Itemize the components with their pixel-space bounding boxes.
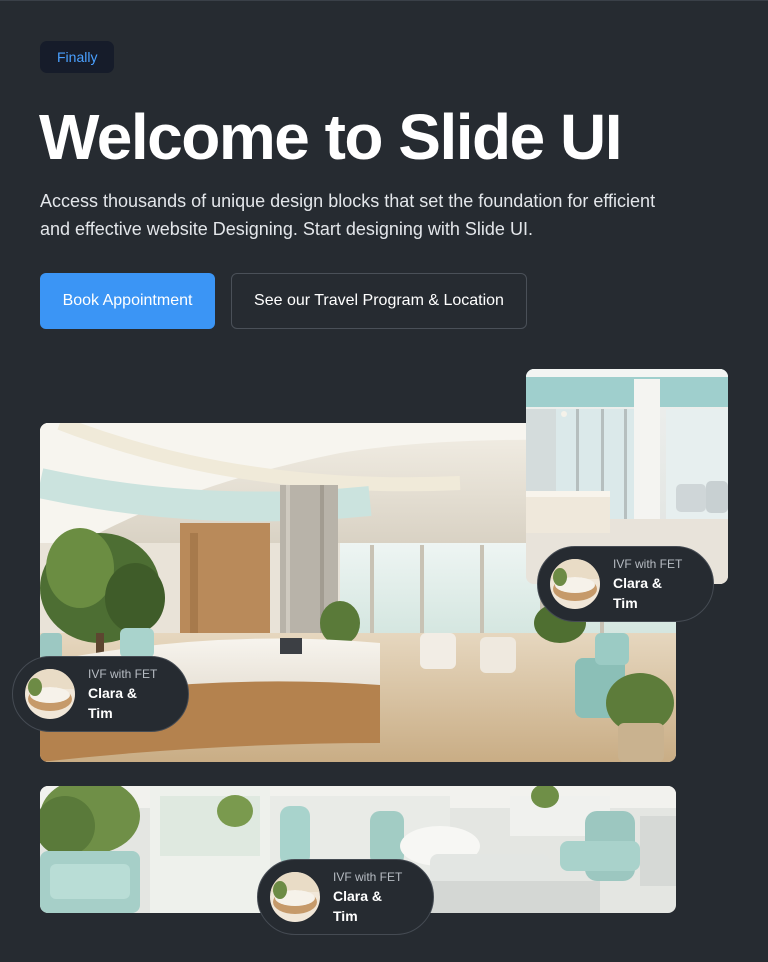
testimonial-names: Clara & Tim	[613, 574, 663, 611]
finally-badge: Finally	[40, 41, 115, 73]
testimonial-treatment: IVF with FET	[333, 869, 403, 884]
avatar	[550, 559, 600, 609]
page-title: Welcome to Slide UI	[39, 101, 623, 173]
testimonial-treatment: IVF with FET	[613, 556, 683, 571]
avatar	[25, 669, 75, 719]
hero-description: Access thousands of unique design blocks…	[40, 191, 656, 239]
travel-program-button[interactable]: See our Travel Program & Location	[231, 273, 527, 329]
testimonial-names: Clara & Tim	[333, 887, 383, 924]
testimonial-treatment: IVF with FET	[88, 666, 158, 681]
testimonial-card[interactable]: IVF with FET Clara & Tim	[257, 859, 434, 935]
testimonial-card[interactable]: IVF with FET Clara & Tim	[537, 546, 714, 622]
testimonial-card[interactable]: IVF with FET Clara & Tim	[12, 656, 189, 732]
testimonial-names: Clara & Tim	[88, 684, 138, 721]
book-appointment-button[interactable]: Book Appointment	[40, 273, 215, 329]
hero-section: Finally Welcome to Slide UI Access thous…	[0, 0, 768, 962]
avatar	[270, 872, 320, 922]
